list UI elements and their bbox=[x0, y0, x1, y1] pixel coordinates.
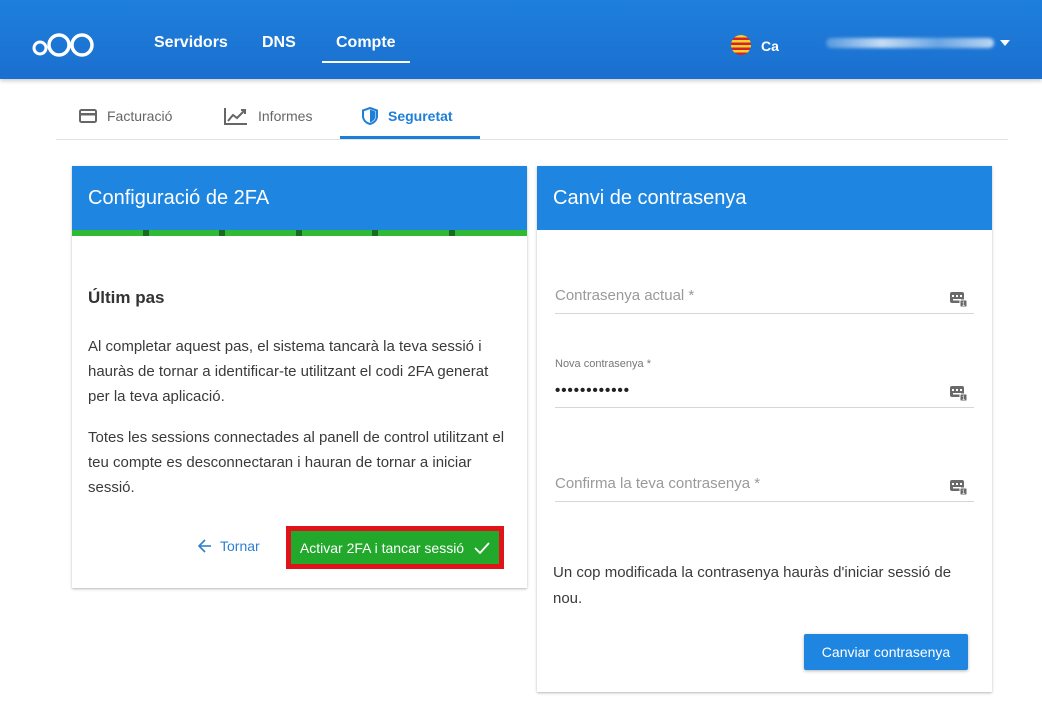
chevron-down-icon[interactable] bbox=[1000, 40, 1010, 46]
password-keyboard-icon[interactable]: 1 bbox=[950, 290, 968, 308]
description-paragraph: Totes les sessions connectades al panell… bbox=[88, 429, 505, 496]
confirm-password-placeholder: Confirma la teva contrasenya * bbox=[555, 475, 761, 492]
description-paragraph: Al completar aquest pas, el sistema tanc… bbox=[88, 338, 489, 405]
catalan-flag-icon[interactable] bbox=[731, 35, 751, 55]
activate-button-label: Activar 2FA i tancar sessió bbox=[299, 539, 465, 556]
current-password-field[interactable]: Contrasenya actual * 1 bbox=[555, 276, 974, 314]
new-password-value: •••••••••••• bbox=[555, 382, 631, 399]
change-password-button[interactable]: Canviar contrasenya bbox=[804, 634, 968, 670]
back-button-label: Tornar bbox=[220, 538, 260, 554]
back-button[interactable]: Tornar bbox=[198, 536, 260, 556]
twofa-progress-bar bbox=[72, 230, 527, 236]
card-title: Canvi de contrasenya bbox=[537, 166, 992, 230]
checkmark-icon bbox=[474, 541, 490, 554]
progress-step-marker bbox=[296, 230, 302, 236]
language-selector[interactable]: Ca bbox=[761, 38, 779, 54]
nav-compte[interactable]: Compte bbox=[336, 34, 396, 52]
new-password-field[interactable]: Nova contrasenya * •••••••••••• 1 bbox=[555, 358, 974, 408]
tab-seguretat[interactable]: Seguretat bbox=[362, 92, 453, 139]
nav-dns[interactable]: DNS bbox=[262, 34, 296, 52]
credit-card-icon bbox=[79, 108, 97, 123]
new-password-label: Nova contrasenya * bbox=[555, 358, 651, 370]
progress-step-marker bbox=[219, 230, 225, 236]
progress-step-marker bbox=[449, 230, 455, 236]
activate-2fa-button[interactable]: Activar 2FA i tancar sessió bbox=[291, 531, 499, 564]
progress-step-marker bbox=[372, 230, 378, 236]
tab-label: Facturació bbox=[107, 107, 173, 124]
nav-servidors[interactable]: Servidors bbox=[154, 34, 228, 52]
account-subtabs: Facturació Informes Seguretat bbox=[56, 92, 1008, 140]
change-password-label: Canviar contrasenya bbox=[821, 644, 951, 660]
password-keyboard-icon[interactable]: 1 bbox=[950, 478, 968, 496]
nav-active-indicator bbox=[322, 61, 410, 63]
confirm-password-field[interactable]: Confirma la teva contrasenya * 1 bbox=[555, 464, 974, 502]
current-password-placeholder: Contrasenya actual * bbox=[555, 287, 695, 304]
arrow-left-icon bbox=[198, 539, 212, 553]
tab-label: Seguretat bbox=[388, 107, 453, 124]
subtab-active-indicator bbox=[340, 136, 480, 139]
password-change-info: Un cop modificada la contrasenya hauràs … bbox=[553, 564, 952, 607]
top-navbar: Servidors DNS Compte Ca bbox=[0, 0, 1042, 79]
chart-line-icon bbox=[224, 107, 248, 125]
tab-informes[interactable]: Informes bbox=[224, 92, 312, 139]
step-title: Últim pas bbox=[88, 288, 165, 307]
tab-label: Informes bbox=[258, 107, 313, 124]
tab-facturacio[interactable]: Facturació bbox=[79, 92, 172, 139]
password-change-card: Canvi de contrasenya Contrasenya actual … bbox=[537, 166, 992, 692]
card-title: Configuració de 2FA bbox=[72, 166, 527, 230]
password-keyboard-icon[interactable]: 1 bbox=[950, 384, 968, 402]
activate-button-highlight: Activar 2FA i tancar sessió bbox=[286, 526, 504, 569]
progress-step-marker bbox=[143, 230, 149, 236]
twofa-config-card: Configuració de 2FA Últim pas Al complet… bbox=[72, 166, 527, 588]
shield-icon bbox=[362, 106, 378, 125]
app-logo-icon[interactable] bbox=[32, 26, 98, 60]
user-menu-name-blurred[interactable] bbox=[826, 38, 994, 48]
